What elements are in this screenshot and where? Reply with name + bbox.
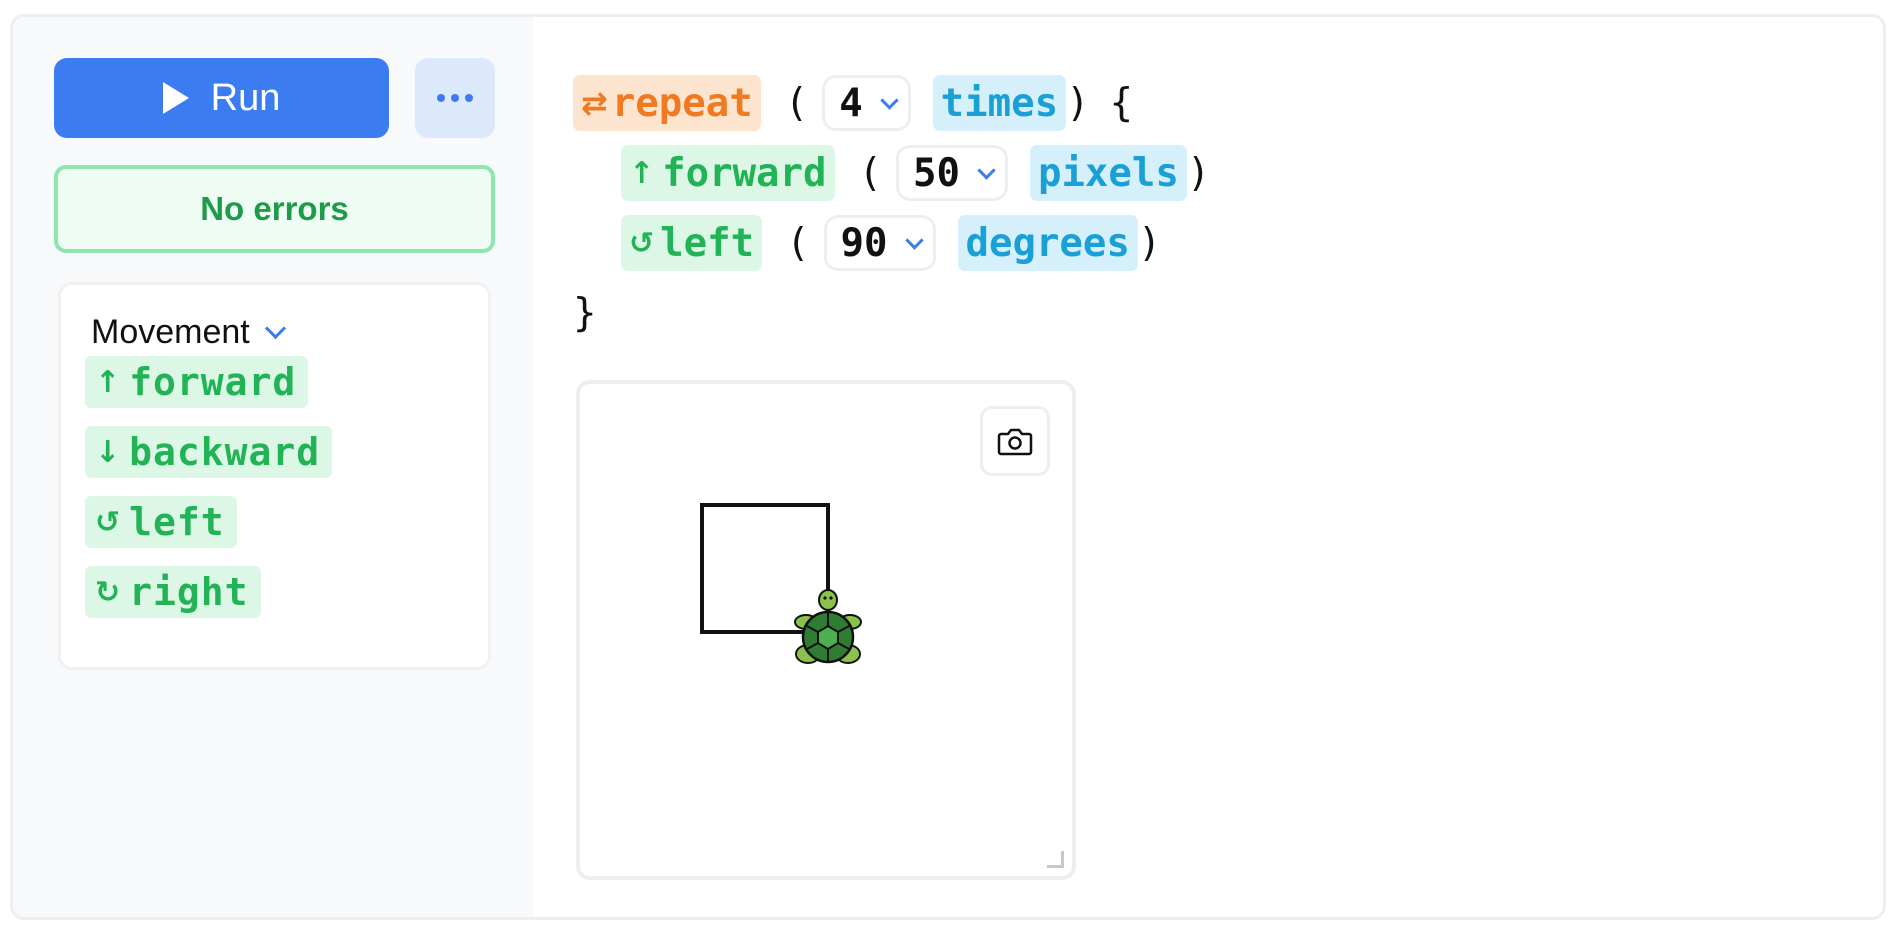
close-brace: } — [573, 290, 597, 336]
turtle-canvas[interactable] — [576, 380, 1076, 880]
code-line-repeat: ⇄ repeat ( 4 times ) { — [573, 75, 1133, 131]
close-paren: ) — [1137, 220, 1162, 266]
left-angle-value: 90 — [840, 220, 888, 266]
left-angle-dropdown[interactable]: 90 — [823, 215, 936, 271]
rotate-left-icon: ↺ — [95, 504, 122, 540]
repeat-count-dropdown[interactable]: 4 — [822, 75, 911, 131]
turtle-icon — [794, 589, 862, 664]
left-panel: Run No errors Movement ↑ forward ↓ backw… — [13, 17, 533, 917]
chevron-down-icon — [879, 90, 899, 110]
open-paren: ( — [858, 150, 882, 196]
block-label: forward — [129, 360, 297, 404]
chevron-down-icon — [904, 230, 924, 250]
close-paren: ) — [1186, 150, 1211, 196]
code-line-left: ↺ left ( 90 degrees ) — [621, 215, 1161, 271]
palette-block-left[interactable]: ↺ left — [85, 496, 237, 548]
palette-block-forward[interactable]: ↑ forward — [85, 356, 309, 408]
forward-distance-dropdown[interactable]: 50 — [896, 145, 1008, 201]
dot — [437, 94, 445, 102]
up-arrow-icon: ↑ — [629, 155, 655, 191]
code-editor[interactable]: ⇄ repeat ( 4 times ) { ↑ forward ( 50 pi… — [573, 57, 1873, 337]
open-paren: ( — [786, 220, 810, 266]
chevron-down-icon — [264, 317, 286, 340]
code-line-forward: ↑ forward ( 50 pixels ) — [621, 145, 1210, 201]
down-arrow-icon: ↓ — [95, 434, 122, 470]
block-label: backward — [129, 430, 321, 474]
open-paren: ( — [784, 80, 809, 126]
forward-distance-value: 50 — [913, 150, 960, 196]
left-block[interactable]: ↺ left — [621, 215, 763, 271]
repeat-keyword: repeat — [611, 80, 753, 126]
run-button[interactable]: Run — [54, 58, 389, 138]
unit-times: times — [932, 75, 1067, 131]
dot — [451, 94, 459, 102]
repeat-block[interactable]: ⇄ repeat — [573, 75, 761, 131]
block-palette: Movement ↑ forward ↓ backward ↺ left ↻ r… — [58, 282, 491, 670]
block-label: right — [129, 570, 249, 614]
palette-block-right[interactable]: ↻ right — [85, 566, 261, 618]
forward-block[interactable]: ↑ forward — [621, 145, 835, 201]
palette-block-backward[interactable]: ↓ backward — [85, 426, 333, 478]
close-paren: ) — [1066, 80, 1090, 126]
dot — [465, 94, 473, 102]
rotate-right-icon: ↻ — [95, 574, 122, 610]
app-frame: Run No errors Movement ↑ forward ↓ backw… — [10, 14, 1886, 920]
code-line-end: } — [573, 285, 596, 341]
rotate-left-icon: ↺ — [629, 225, 655, 261]
up-arrow-icon: ↑ — [95, 364, 122, 400]
unit-degrees: degrees — [957, 215, 1138, 271]
category-label: Movement — [91, 313, 250, 351]
block-label: left — [129, 500, 225, 544]
chevron-down-icon — [977, 160, 996, 180]
forward-keyword: forward — [662, 150, 827, 196]
status-badge: No errors — [54, 165, 495, 253]
resize-handle[interactable] — [1047, 851, 1064, 868]
open-brace: { — [1109, 80, 1134, 126]
unit-pixels: pixels — [1029, 145, 1187, 201]
repeat-count-value: 4 — [839, 80, 863, 126]
category-dropdown[interactable]: Movement — [91, 313, 286, 352]
play-icon — [162, 82, 189, 114]
left-keyword: left — [660, 220, 755, 266]
drawing-layer — [700, 503, 862, 664]
more-options-button[interactable] — [415, 58, 495, 138]
drawn-square-path — [700, 503, 830, 634]
loop-icon: ⇄ — [581, 84, 608, 122]
run-label: Run — [210, 76, 281, 119]
